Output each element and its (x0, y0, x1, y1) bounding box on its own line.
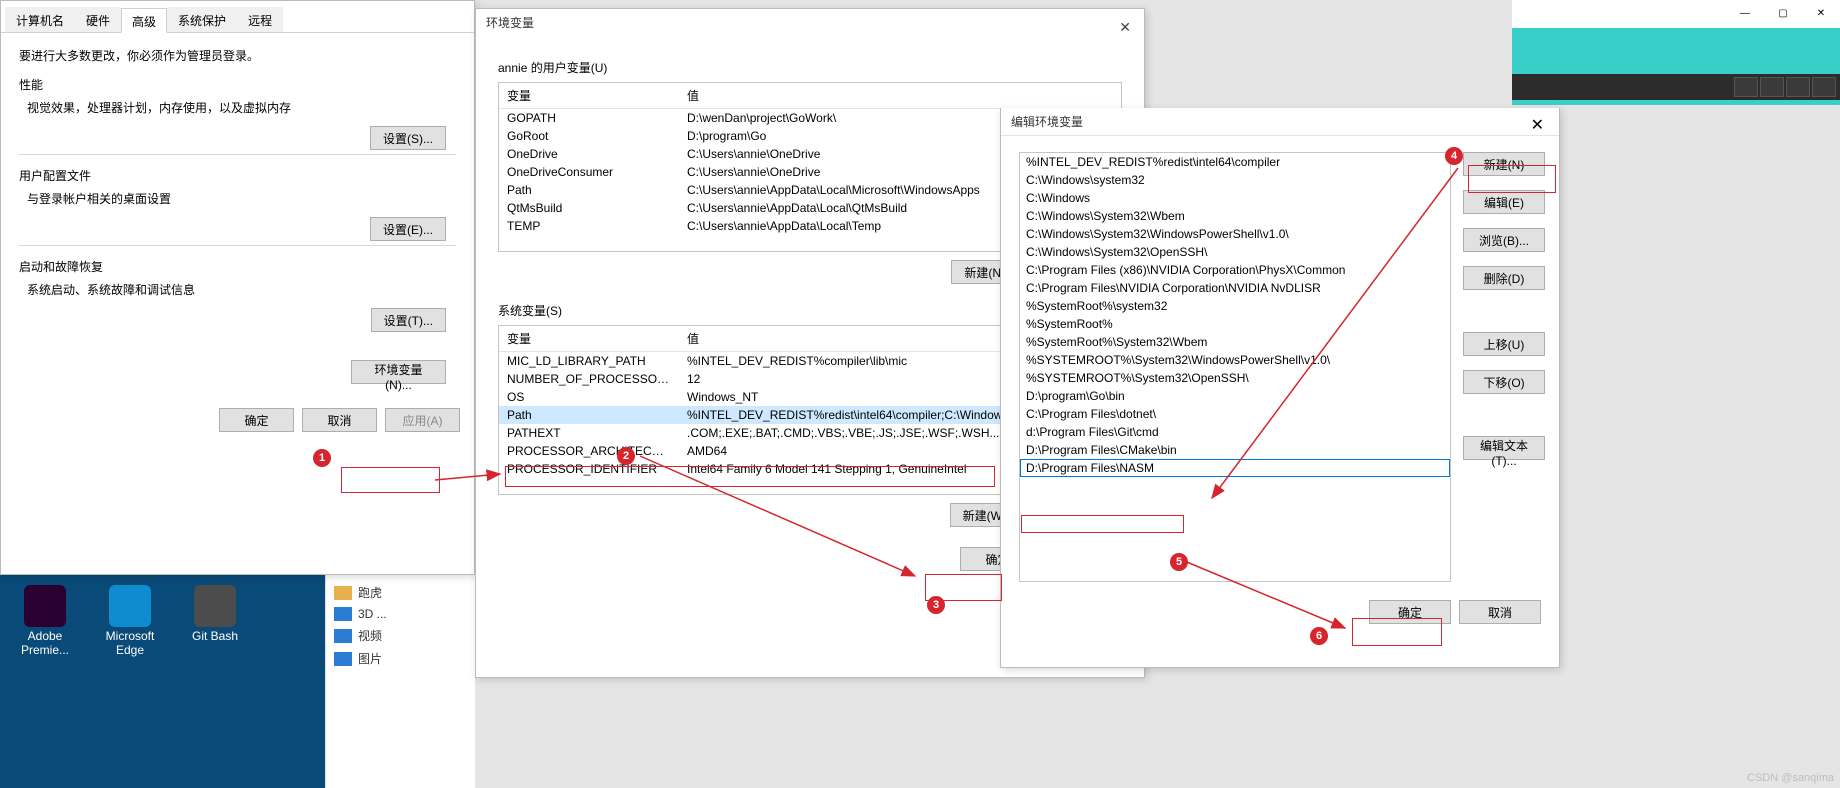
annotation-5: 5 (1170, 553, 1188, 571)
perf-label: 性能 (19, 76, 456, 93)
list-item[interactable]: D:\program\Go\bin (1020, 387, 1450, 405)
list-item[interactable]: 视频 (332, 624, 469, 647)
annotation-2: 2 (617, 447, 635, 465)
list-item[interactable]: C:\Program Files\NVIDIA Corporation\NVID… (1020, 279, 1450, 297)
tool-icon[interactable] (1786, 77, 1810, 97)
edit-button[interactable]: 编辑(E) (1463, 190, 1545, 214)
list-item[interactable]: C:\Windows\System32\OpenSSH\ (1020, 243, 1450, 261)
list-item[interactable]: %SystemRoot%\System32\Wbem (1020, 333, 1450, 351)
list-item[interactable]: %SystemRoot% (1020, 315, 1450, 333)
edit-text-button[interactable]: 编辑文本(T)... (1463, 436, 1545, 460)
path-list[interactable]: %INTEL_DEV_REDIST%redist\intel64\compile… (1019, 152, 1451, 582)
col-header-var: 变量 (499, 83, 679, 108)
profile-desc: 与登录帐户相关的桌面设置 (27, 190, 456, 207)
list-item[interactable]: C:\Windows (1020, 189, 1450, 207)
system-properties-window: 计算机名 硬件 高级 系统保护 远程 要进行大多数更改，你必须作为管理员登录。 … (0, 0, 475, 575)
ok-button[interactable]: 确定 (1369, 600, 1451, 624)
profile-settings-button[interactable]: 设置(E)... (370, 217, 446, 241)
admin-note: 要进行大多数更改，你必须作为管理员登录。 (19, 47, 456, 64)
side-buttons: 新建(N) 编辑(E) 浏览(B)... 删除(D) 上移(U) 下移(O) 编… (1451, 152, 1545, 582)
list-item[interactable]: C:\Program Files\dotnet\ (1020, 405, 1450, 423)
apply-button[interactable]: 应用(A) (385, 408, 460, 432)
browse-button[interactable]: 浏览(B)... (1463, 228, 1545, 252)
startup-label: 启动和故障恢复 (19, 258, 456, 275)
tab-advanced[interactable]: 高级 (121, 8, 167, 33)
move-up-button[interactable]: 上移(U) (1463, 332, 1545, 356)
perf-desc: 视觉效果，处理器计划，内存使用，以及虚拟内存 (27, 99, 456, 116)
env-variables-button[interactable]: 环境变量(N)... (351, 360, 446, 384)
list-item[interactable]: 跑虎 (332, 581, 469, 604)
tab-remote[interactable]: 远程 (237, 7, 283, 32)
edit-env-window: 编辑环境变量 ✕ %INTEL_DEV_REDIST%redist\intel6… (1000, 108, 1560, 668)
annotation-1: 1 (313, 449, 331, 467)
list-item[interactable]: C:\Windows\System32\WindowsPowerShell\v1… (1020, 225, 1450, 243)
minimize-icon[interactable]: — (1726, 0, 1764, 26)
window-controls: — ▢ ✕ (1512, 0, 1840, 28)
tabs: 计算机名 硬件 高级 系统保护 远程 (1, 7, 474, 33)
list-item[interactable]: C:\Program Files (x86)\NVIDIA Corporatio… (1020, 261, 1450, 279)
explorer-panel: 跑虎 3D ... 视频 图片 (325, 575, 475, 788)
ok-button[interactable]: 确定 (219, 408, 294, 432)
tool-icon[interactable] (1812, 77, 1836, 97)
list-item[interactable]: C:\Windows\system32 (1020, 171, 1450, 189)
annotation-3: 3 (927, 596, 945, 614)
list-item[interactable]: 图片 (332, 647, 469, 670)
window-title: 编辑环境变量 ✕ (1001, 108, 1559, 136)
close-icon[interactable]: ✕ (1521, 110, 1554, 142)
tab-hardware[interactable]: 硬件 (75, 7, 121, 32)
list-item[interactable]: d:\Program Files\Git\cmd (1020, 423, 1450, 441)
maximize-icon[interactable]: ▢ (1764, 0, 1802, 26)
cancel-button[interactable]: 取消 (302, 408, 377, 432)
annotation-4: 4 (1445, 147, 1463, 165)
tool-icon[interactable] (1760, 77, 1784, 97)
close-icon[interactable]: ✕ (1802, 0, 1840, 26)
list-item[interactable]: %SYSTEMROOT%\System32\OpenSSH\ (1020, 369, 1450, 387)
desktop-icon[interactable]: Git Bash (180, 585, 250, 643)
col-header-val: 值 (679, 83, 1121, 108)
watermark: CSDN @sanqima (1747, 772, 1834, 784)
annotation-6: 6 (1310, 627, 1328, 645)
list-item[interactable]: %SYSTEMROOT%\System32\WindowsPowerShell\… (1020, 351, 1450, 369)
desktop-icon[interactable]: Adobe Premie... (10, 585, 80, 657)
window-title: 环境变量 ✕ (476, 9, 1144, 37)
list-item[interactable]: D:\Program Files\NASM (1020, 459, 1450, 477)
tool-icon[interactable] (1734, 77, 1758, 97)
move-down-button[interactable]: 下移(O) (1463, 370, 1545, 394)
list-item[interactable]: D:\Program Files\CMake\bin (1020, 441, 1450, 459)
list-item[interactable]: %SystemRoot%\system32 (1020, 297, 1450, 315)
list-item[interactable]: 3D ... (332, 604, 469, 624)
list-item[interactable]: %INTEL_DEV_REDIST%redist\intel64\compile… (1020, 153, 1450, 171)
startup-desc: 系统启动、系统故障和调试信息 (27, 281, 456, 298)
tab-computer-name[interactable]: 计算机名 (5, 7, 75, 32)
close-icon[interactable]: ✕ (1111, 11, 1139, 43)
dialog-buttons: 确定 取消 应用(A) (1, 398, 474, 442)
perf-settings-button[interactable]: 设置(S)... (370, 126, 446, 150)
startup-settings-button[interactable]: 设置(T)... (371, 308, 446, 332)
list-item[interactable]: C:\Windows\System32\Wbem (1020, 207, 1450, 225)
sysprops-body: 要进行大多数更改，你必须作为管理员登录。 性能 视觉效果，处理器计划，内存使用，… (1, 33, 474, 398)
desktop-icon[interactable]: Microsoft Edge (95, 585, 165, 657)
delete-button[interactable]: 删除(D) (1463, 266, 1545, 290)
user-vars-label: annie 的用户变量(U) (498, 59, 1122, 76)
col-header-var: 变量 (499, 326, 679, 351)
toolbar-strip (1512, 74, 1840, 100)
tab-system-protection[interactable]: 系统保护 (167, 7, 237, 32)
cancel-button[interactable]: 取消 (1459, 600, 1541, 624)
profile-label: 用户配置文件 (19, 167, 456, 184)
new-button[interactable]: 新建(N) (1463, 152, 1545, 176)
